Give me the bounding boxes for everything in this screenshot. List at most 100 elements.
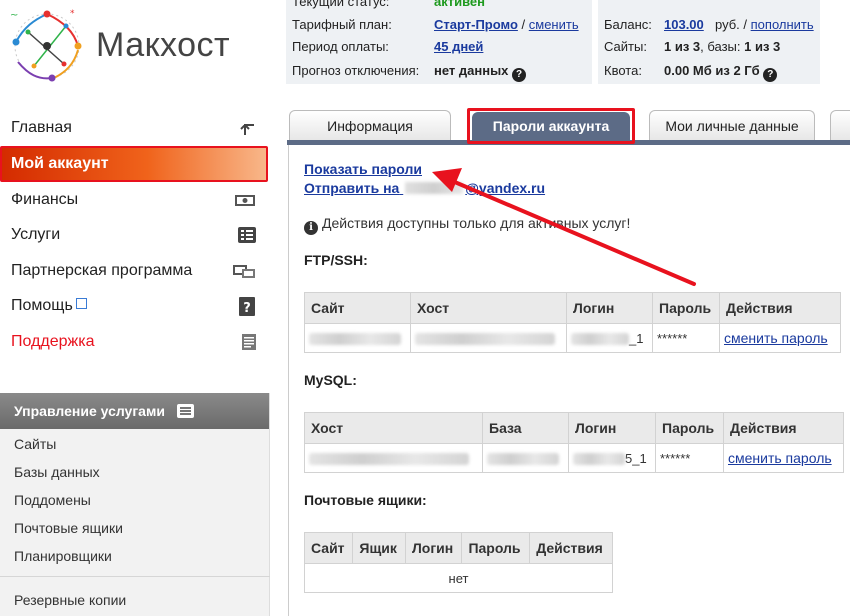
redacted-text xyxy=(405,182,464,194)
column-header: Логин xyxy=(404,532,463,564)
status-value: активен xyxy=(434,0,485,9)
sidebar-item-support[interactable]: Поддержка xyxy=(0,326,268,358)
sidebar-item-home[interactable]: Главная xyxy=(0,112,268,144)
svg-text:*: * xyxy=(70,9,75,19)
plan-link[interactable]: Старт-Промо xyxy=(434,17,518,32)
column-header: Хост xyxy=(304,412,483,444)
question-icon[interactable]: ? xyxy=(512,68,527,82)
services-item-databases[interactable]: Базы данных xyxy=(14,464,100,480)
sidebar-item-label: Мой аккаунт xyxy=(11,155,109,172)
services-item-schedulers[interactable]: Планировщики xyxy=(14,548,112,564)
svg-text:?: ? xyxy=(243,301,251,316)
sidebar-item-my-account[interactable]: Мой аккаунт xyxy=(0,146,268,182)
column-header: База xyxy=(482,412,569,444)
external-link-icon xyxy=(75,298,87,309)
notice-text: Действия доступны только для активных ус… xyxy=(322,215,631,231)
login-cell: _1 xyxy=(566,323,653,353)
column-header: Логин xyxy=(566,292,653,324)
forecast-label: Прогноз отключения: xyxy=(292,63,420,78)
status-label: Текущий статус: xyxy=(292,0,390,9)
sidebar-item-finance[interactable]: Финансы xyxy=(0,184,268,216)
change-password-link[interactable]: сменить пароль xyxy=(728,450,832,466)
balance-label: Баланс: xyxy=(604,17,652,32)
tab-personal-data[interactable]: Мои личные данные xyxy=(649,110,815,141)
services-item-sites[interactable]: Сайты xyxy=(14,436,56,452)
sidebar-item-help[interactable]: Помощь ? xyxy=(0,290,268,322)
period-label: Период оплаты: xyxy=(292,39,389,54)
column-header: Логин xyxy=(568,412,656,444)
services-panel: Управление услугами Сайты Базы данных По… xyxy=(0,393,270,616)
redacted-text xyxy=(309,333,401,346)
redacted-text xyxy=(487,453,559,466)
table-row: _1 ****** сменить пароль xyxy=(304,323,841,353)
sidebar-item-label: Помощь xyxy=(11,297,73,314)
forecast-value: нет данных ? xyxy=(434,63,527,82)
send-to-email-link[interactable]: Отправить на @yandex.ru xyxy=(304,180,545,196)
tab-information[interactable]: Информация xyxy=(289,110,451,141)
services-item-subdomains[interactable]: Поддомены xyxy=(14,492,91,508)
plan-separator: / xyxy=(521,17,526,32)
services-item-mailboxes[interactable]: Почтовые ящики xyxy=(14,520,123,536)
sites-row: Сайты: 1 из 3, базы: 1 из 3 xyxy=(604,39,780,54)
show-passwords-link[interactable]: Показать пароли xyxy=(304,161,422,177)
mysql-table: Хост База Логин Пароль Действия 5_1 ****… xyxy=(304,412,844,473)
svg-text:~: ~ xyxy=(10,10,18,21)
balance-value-link[interactable]: 103.00 xyxy=(664,17,704,32)
sidebar-item-services[interactable]: Услуги xyxy=(0,219,268,251)
period-link[interactable]: 45 дней xyxy=(434,39,483,54)
mail-section-title: Почтовые ящики: xyxy=(304,492,427,508)
brand-name: Макхост xyxy=(96,26,231,64)
column-header: Ящик xyxy=(352,532,406,564)
column-header: Действия xyxy=(529,532,613,564)
ftp-table: Сайт Хост Логин Пароль Действия _1 *****… xyxy=(304,292,841,353)
sites-label: Сайты: xyxy=(604,39,647,54)
money-icon xyxy=(235,195,255,206)
services-item-backups[interactable]: Резервные копии xyxy=(14,592,126,608)
quota-row: Квота: 0.00 Мб из 2 Гб ? xyxy=(604,63,778,82)
table-row: нет xyxy=(304,563,613,593)
change-password-link[interactable]: сменить пароль xyxy=(724,330,828,346)
db-value: 1 из 3 xyxy=(744,39,781,54)
mysql-section-title: MySQL: xyxy=(304,372,357,388)
services-panel-header: Управление услугами xyxy=(0,393,269,429)
column-header: Хост xyxy=(410,292,567,324)
password-cell: ****** xyxy=(655,443,724,473)
site-cell xyxy=(304,323,411,353)
database-cell xyxy=(482,443,569,473)
menu-icon[interactable] xyxy=(176,404,194,418)
column-header: Пароль xyxy=(652,292,720,324)
services-panel-title: Управление услугами xyxy=(14,403,165,419)
redacted-text xyxy=(415,333,555,346)
redacted-text xyxy=(573,453,625,466)
topup-link[interactable]: пополнить xyxy=(751,17,814,32)
plan-change-link[interactable]: сменить xyxy=(529,17,579,32)
tab-more[interactable] xyxy=(830,110,850,141)
divider xyxy=(0,576,270,577)
column-header: Пароль xyxy=(461,532,531,564)
help-icon: ? xyxy=(239,297,255,316)
table-header-row: Сайт Ящик Логин Пароль Действия xyxy=(303,532,613,564)
empty-cell: нет xyxy=(304,563,613,593)
mail-table: Сайт Ящик Логин Пароль Действия нет xyxy=(303,532,613,593)
redacted-text xyxy=(571,333,629,346)
plan-row: Тарифный план: Старт-Промо / сменить xyxy=(292,17,579,32)
password-cell: ****** xyxy=(652,323,720,353)
table-row: 5_1 ****** сменить пароль xyxy=(304,443,844,473)
highlight-frame xyxy=(467,108,635,144)
table-header-row: Сайт Хост Логин Пароль Действия xyxy=(304,292,841,324)
question-icon[interactable]: ? xyxy=(763,68,778,82)
info-icon: i xyxy=(304,221,318,235)
column-header: Действия xyxy=(723,412,844,444)
plan-label: Тарифный план: xyxy=(292,17,392,32)
host-cell xyxy=(410,323,567,353)
table-header-row: Хост База Логин Пароль Действия xyxy=(304,412,844,444)
column-header: Сайт xyxy=(304,292,411,324)
quota-label: Квота: xyxy=(604,63,642,78)
list-icon xyxy=(238,227,256,243)
column-header: Сайт xyxy=(303,532,354,564)
redacted-text xyxy=(309,453,469,466)
sidebar-item-partner[interactable]: Партнерская программа xyxy=(0,255,268,287)
logo[interactable]: ~ * Макхост xyxy=(0,0,285,95)
actions-cell: сменить пароль xyxy=(719,323,841,353)
account-status-panel: Текущий статус: активен Тарифный план: С… xyxy=(286,0,592,84)
